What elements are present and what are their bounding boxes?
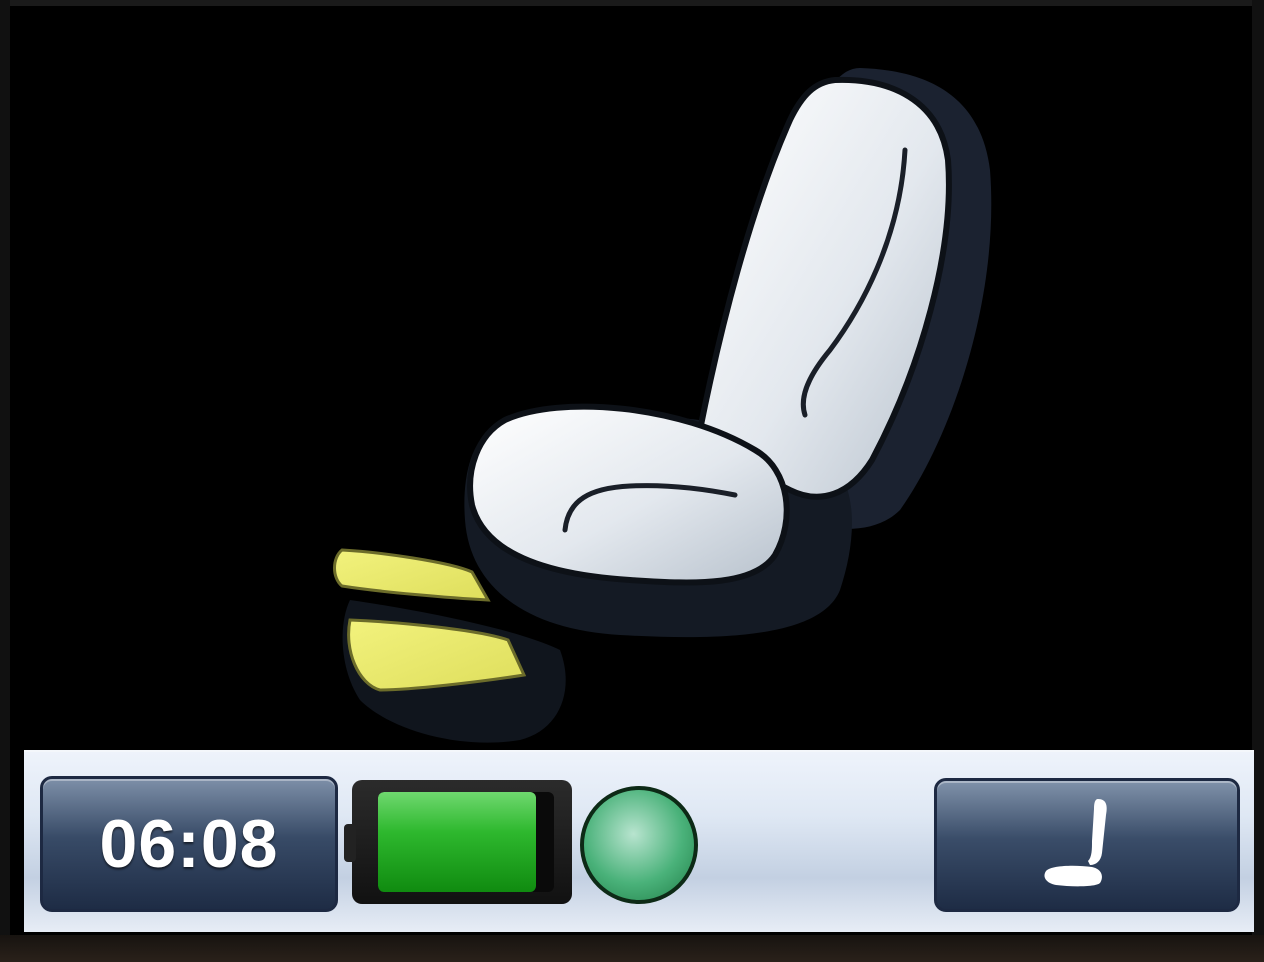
battery-terminal (344, 824, 356, 862)
status-light-icon (580, 786, 698, 904)
seat-adjust-illustration (333, 68, 992, 743)
status-bar: 06:08 (24, 750, 1254, 932)
battery-fill (378, 792, 537, 892)
seat-icon (1044, 799, 1107, 887)
bezel-bottom (0, 935, 1264, 962)
clock-panel: 06:08 (40, 776, 338, 912)
battery-indicator (344, 780, 572, 904)
bezel-top (0, 0, 1264, 6)
battery-track (378, 792, 554, 892)
device-screen: 06:08 (0, 0, 1264, 962)
legrest-upper-pad (333, 548, 491, 602)
clock-display: 06:08 (99, 806, 279, 882)
bezel-left (0, 0, 10, 962)
seat-mode-button[interactable] (934, 778, 1240, 912)
